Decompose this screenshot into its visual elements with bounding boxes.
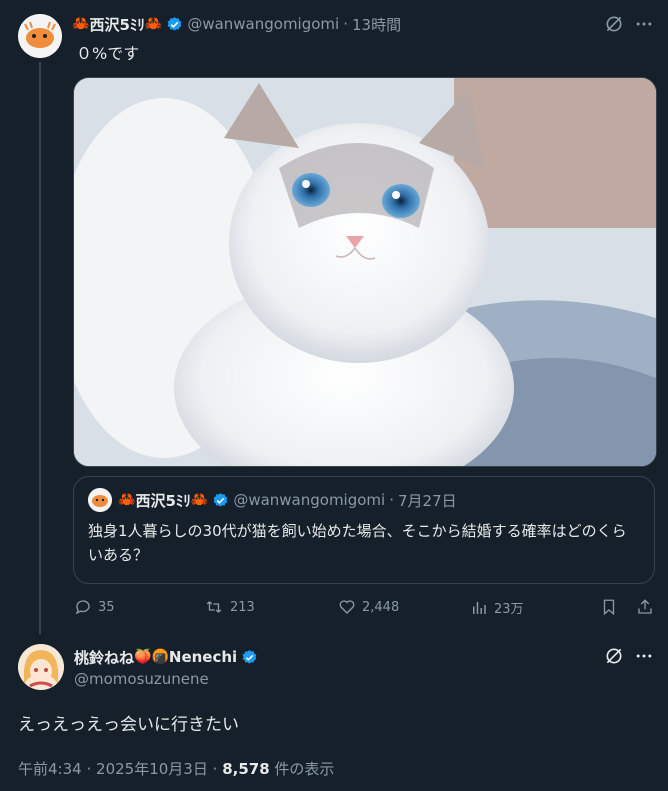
like-count: 2,448 xyxy=(362,599,400,615)
quote-date: 7月27日 xyxy=(397,491,457,510)
tweet-photo[interactable] xyxy=(73,77,657,467)
crab-emoji: 🦀 xyxy=(144,16,163,32)
more-icon[interactable] xyxy=(634,646,654,670)
views-icon xyxy=(473,601,486,614)
quoted-tweet[interactable]: 🦀 西沢5ﾐﾘ 🦀 @wanwangomigomi · 7月27日 独身1人暮ら… xyxy=(73,476,655,584)
avatar[interactable] xyxy=(18,14,62,58)
separator: · xyxy=(343,15,348,33)
reply-icon xyxy=(75,600,90,615)
tweet-text: ０%です xyxy=(76,44,140,63)
display-name[interactable]: 西沢5ﾐﾘ xyxy=(89,14,144,35)
quote-handle: @wanwangomigomi xyxy=(233,491,386,509)
verified-icon xyxy=(166,16,183,33)
verified-icon xyxy=(212,492,229,509)
retweet-button[interactable]: 213 xyxy=(204,598,255,616)
more-icon[interactable] xyxy=(634,14,654,38)
rice-cracker-emoji: 🍘 xyxy=(151,649,169,665)
share-button[interactable] xyxy=(636,598,660,616)
tweet-meta: 午前4:34 · 2025年10月3日 · 8,578 件の表示 xyxy=(18,758,334,779)
grok-icon[interactable] xyxy=(604,14,624,38)
like-icon xyxy=(339,600,355,614)
avatar[interactable] xyxy=(88,488,112,512)
separator: · xyxy=(389,491,394,509)
display-name[interactable]: 桃鈴ねね xyxy=(74,647,134,668)
handle[interactable]: @momosuzunene xyxy=(74,670,209,688)
avatar[interactable] xyxy=(18,644,64,690)
reply-count: 35 xyxy=(98,599,115,615)
grok-icon[interactable] xyxy=(604,646,624,670)
crab-emoji: 🦀 xyxy=(118,492,136,508)
like-button[interactable]: 2,448 xyxy=(338,598,399,616)
views-count: 23万 xyxy=(494,602,524,617)
crab-emoji: 🦀 xyxy=(72,16,90,32)
quote-display-name: 西沢5ﾐﾘ xyxy=(135,491,191,510)
meta-date[interactable]: 2025年10月3日 xyxy=(96,760,208,778)
reply-text: えっえっえっ会いに行きたい xyxy=(18,715,239,735)
meta-time[interactable]: 午前4:34 xyxy=(18,760,82,778)
separator: · xyxy=(86,760,92,778)
quote-text: 独身1人暮らしの30代が猫を飼い始めた場合、そこから結婚する確率はどのくらいある… xyxy=(88,522,627,564)
retweet-count: 213 xyxy=(230,599,255,615)
views-button[interactable]: 23万 xyxy=(470,598,524,617)
meta-views-label: 件の表示 xyxy=(274,760,335,778)
crab-emoji: 🦀 xyxy=(190,492,209,508)
separator: · xyxy=(212,760,218,778)
meta-views: 8,578 xyxy=(222,760,270,778)
handle[interactable]: @wanwangomigomi xyxy=(187,15,339,33)
reply-button[interactable]: 35 xyxy=(74,598,115,616)
verified-icon xyxy=(241,649,258,666)
share-icon xyxy=(638,599,652,614)
timestamp[interactable]: 13時間 xyxy=(352,14,401,35)
bookmark-icon xyxy=(603,599,615,616)
retweet-icon xyxy=(206,601,222,613)
peach-emoji: 🍑 xyxy=(134,649,152,665)
bookmark-button[interactable] xyxy=(600,598,624,616)
display-name-suffix[interactable]: Nenechi xyxy=(169,648,237,666)
thread-line xyxy=(39,62,41,634)
